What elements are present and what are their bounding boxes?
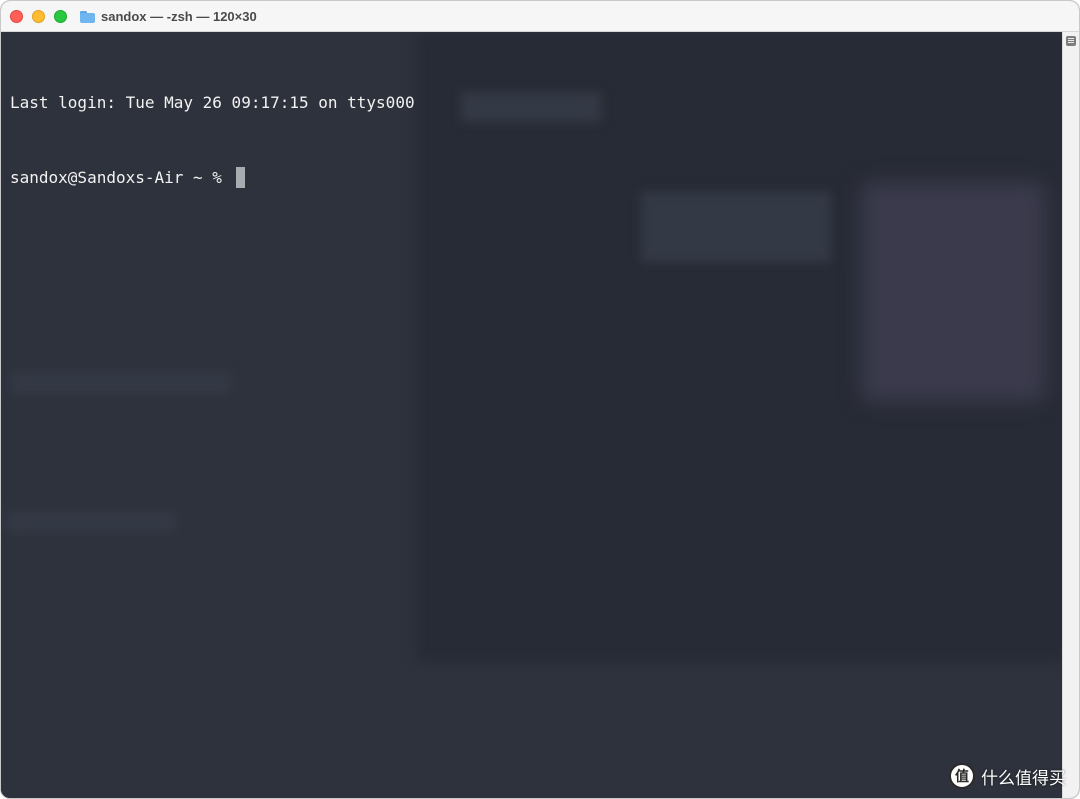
watermark: 值 什么值得买 — [949, 761, 1066, 791]
background-blur-bar — [11, 372, 231, 394]
zoom-icon[interactable] — [54, 10, 67, 23]
watermark-logo-icon: 值 — [949, 763, 975, 789]
terminal-line-last-login: Last login: Tue May 26 09:17:15 on ttys0… — [10, 93, 415, 112]
background-blur-bar — [461, 92, 601, 122]
watermark-text: 什么值得买 — [981, 768, 1066, 789]
background-blur-bar — [641, 192, 831, 262]
window-title-group: sandox — -zsh — 120×30 — [80, 8, 257, 25]
window-title: sandox — -zsh — 120×30 — [101, 9, 257, 24]
background-blur-card — [861, 182, 1046, 402]
scroll-handle-icon[interactable] — [1066, 36, 1076, 46]
title-bar[interactable]: sandox — -zsh — 120×30 — [1, 1, 1079, 32]
text-cursor — [235, 167, 245, 188]
terminal-area[interactable]: Last login: Tue May 26 09:17:15 on ttys0… — [1, 32, 1063, 798]
close-icon[interactable] — [10, 10, 23, 23]
terminal-window: sandox — -zsh — 120×30 Last login: Tue M… — [0, 0, 1080, 799]
terminal-prompt-line[interactable]: sandox@Sandoxs-Air ~ % — [10, 165, 415, 190]
terminal-output: Last login: Tue May 26 09:17:15 on ttys0… — [10, 40, 415, 240]
background-blur-bar — [6, 512, 176, 532]
minimize-icon[interactable] — [32, 10, 45, 23]
terminal-prompt: sandox@Sandoxs-Air ~ % — [10, 168, 232, 187]
folder-icon — [80, 10, 95, 23]
vertical-scrollbar[interactable] — [1062, 32, 1079, 798]
